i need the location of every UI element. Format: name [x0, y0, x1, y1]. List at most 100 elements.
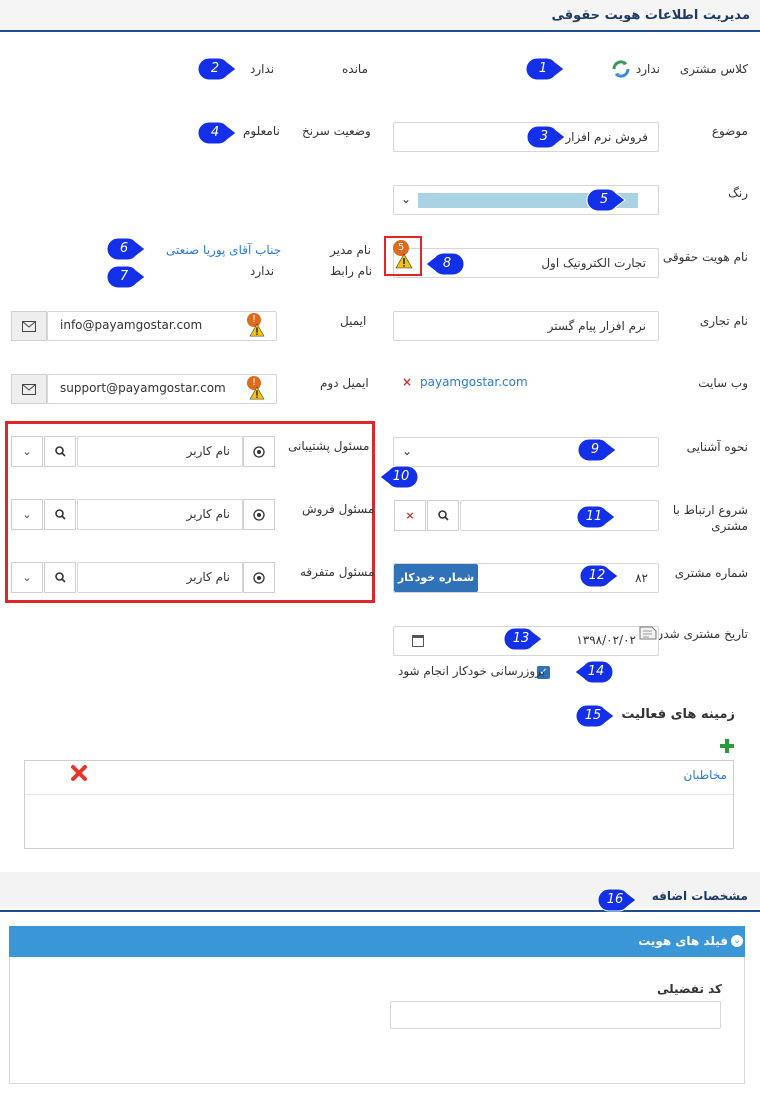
subject-label: موضوع [711, 124, 748, 138]
sales-owner-select-button[interactable] [243, 499, 275, 530]
identity-fields-title: فیلد های هویت [638, 934, 728, 948]
email2-label: ایمیل دوم [320, 376, 369, 390]
misc-owner-label: مسئول متفرقه [300, 565, 375, 579]
auto-number-button[interactable]: شماره خودکار [394, 564, 478, 592]
email-input[interactable]: info@payamgostar.com [47, 311, 277, 341]
sales-owner-search[interactable] [44, 499, 76, 530]
detail-code-label: کد تفضیلی [657, 982, 722, 996]
customer-class-value: ندارد [635, 62, 660, 76]
website-label: وب سایت [698, 376, 748, 390]
marker-14: 14 [573, 659, 615, 685]
identity-name-label: نام هویت حقوقی [662, 250, 748, 264]
manager-label: نام مدیر [330, 243, 371, 257]
note-icon [638, 625, 658, 641]
search-icon [54, 509, 66, 520]
marker-2: 2 [196, 56, 238, 82]
website-remove-icon[interactable]: × [402, 375, 412, 389]
marker-6: 6 [105, 236, 147, 262]
tab-extra[interactable]: مشخصات اضافه [652, 889, 748, 903]
start-contact-clear[interactable]: × [394, 500, 426, 531]
balance-label: مانده [342, 62, 369, 76]
activity-item[interactable]: مخاطبان [684, 768, 727, 782]
detail-code-input[interactable] [390, 1001, 721, 1029]
misc-owner-dropdown[interactable]: ⌄ [11, 562, 43, 593]
marker-1: 1 [524, 56, 566, 82]
acquaintance-select[interactable]: ⌄ [393, 437, 659, 467]
email2-warning-icon [249, 386, 269, 410]
marker-13: 13 [502, 626, 544, 652]
activity-title: زمینه های فعالیت [621, 707, 735, 722]
chevron-down-icon: ⌄ [731, 935, 743, 947]
page-header-line [0, 30, 760, 32]
misc-owner-search[interactable] [44, 562, 76, 593]
radio-target-icon [253, 571, 265, 584]
website-link[interactable]: payamgostar.com [420, 375, 528, 389]
chevron-down-icon: ⌄ [22, 445, 32, 458]
email-warning-icon [249, 323, 269, 347]
marker-11: 11 [575, 504, 617, 530]
manager-value-link[interactable]: جناب آقای پوریا صنعتی [166, 243, 281, 257]
chevron-down-icon: ⌄ [22, 571, 32, 584]
radio-target-icon [253, 445, 265, 458]
start-contact-search[interactable] [427, 500, 459, 531]
start-contact-label: شروع ارتباط با مشتری [672, 503, 748, 533]
start-contact-input[interactable] [460, 500, 659, 531]
email-label: ایمیل [340, 314, 367, 328]
add-icon[interactable] [720, 739, 734, 753]
calendar-icon[interactable] [412, 635, 424, 647]
envelope-icon [22, 320, 36, 332]
marker-8: 8 [424, 251, 466, 277]
support-owner-select-button[interactable] [243, 436, 275, 467]
liaison-value: ندارد [250, 264, 275, 278]
sales-owner-input[interactable]: نام کاربر [77, 499, 243, 530]
acquaintance-label: نحوه آشنایی [686, 440, 748, 454]
marker-3: 3 [525, 124, 567, 150]
delete-icon[interactable] [70, 764, 88, 782]
chevron-down-icon: ⌄ [401, 192, 412, 206]
marker-5: 5 [585, 187, 627, 213]
support-owner-dropdown[interactable]: ⌄ [11, 436, 43, 467]
marker-12: 12 [578, 563, 620, 589]
trade-name-input[interactable]: نرم افزار پیام گستر [393, 311, 659, 341]
balance-value: ندارد [250, 62, 275, 76]
marker-10: 10 [378, 464, 420, 490]
misc-owner-select-button[interactable] [243, 562, 275, 593]
auto-update-label: بروزرسانی خودکار انجام شود [398, 664, 546, 678]
search-icon [437, 510, 449, 521]
chevron-down-icon: ⌄ [402, 444, 413, 458]
marker-4: 4 [196, 120, 238, 146]
email-send-button[interactable] [11, 311, 47, 341]
activity-list-divider [25, 794, 733, 795]
customer-date-label: تاریخ مشتری شدن [654, 627, 748, 641]
color-label: رنگ [728, 186, 748, 200]
support-owner-search[interactable] [44, 436, 76, 467]
trade-name-label: نام تجاری [699, 314, 748, 328]
email2-input[interactable]: support@payamgostar.com [47, 374, 277, 404]
customer-class-label: کلاس مشتری [679, 62, 748, 76]
activity-list [24, 760, 734, 849]
marker-15: 15 [574, 703, 616, 729]
rating-label: وضعیت سرنخ [302, 124, 371, 138]
section-separator-line [0, 910, 760, 912]
customer-number-label: شماره مشتری [674, 566, 748, 580]
page-title: مدیریت اطلاعات هویت حقوقی [551, 8, 751, 23]
chevron-down-icon: ⌄ [22, 508, 32, 521]
marker-9: 9 [576, 437, 618, 463]
warning-icon [395, 253, 415, 277]
sales-owner-dropdown[interactable]: ⌄ [11, 499, 43, 530]
misc-owner-input[interactable]: نام کاربر [77, 562, 243, 593]
refresh-icon[interactable] [610, 58, 632, 80]
marker-16: 16 [596, 887, 638, 913]
liaison-label: نام رابط [330, 264, 373, 278]
envelope-icon [22, 383, 36, 395]
close-icon: × [405, 509, 415, 522]
rating-value: نامعلوم [243, 124, 280, 138]
email2-send-button[interactable] [11, 374, 47, 404]
sales-owner-label: مسئول فروش [302, 502, 375, 516]
radio-target-icon [253, 508, 265, 521]
search-icon [54, 572, 66, 583]
support-owner-input[interactable]: نام کاربر [77, 436, 243, 467]
search-icon [54, 446, 66, 457]
section-separator [0, 872, 760, 908]
identity-fields-header[interactable] [9, 926, 745, 957]
